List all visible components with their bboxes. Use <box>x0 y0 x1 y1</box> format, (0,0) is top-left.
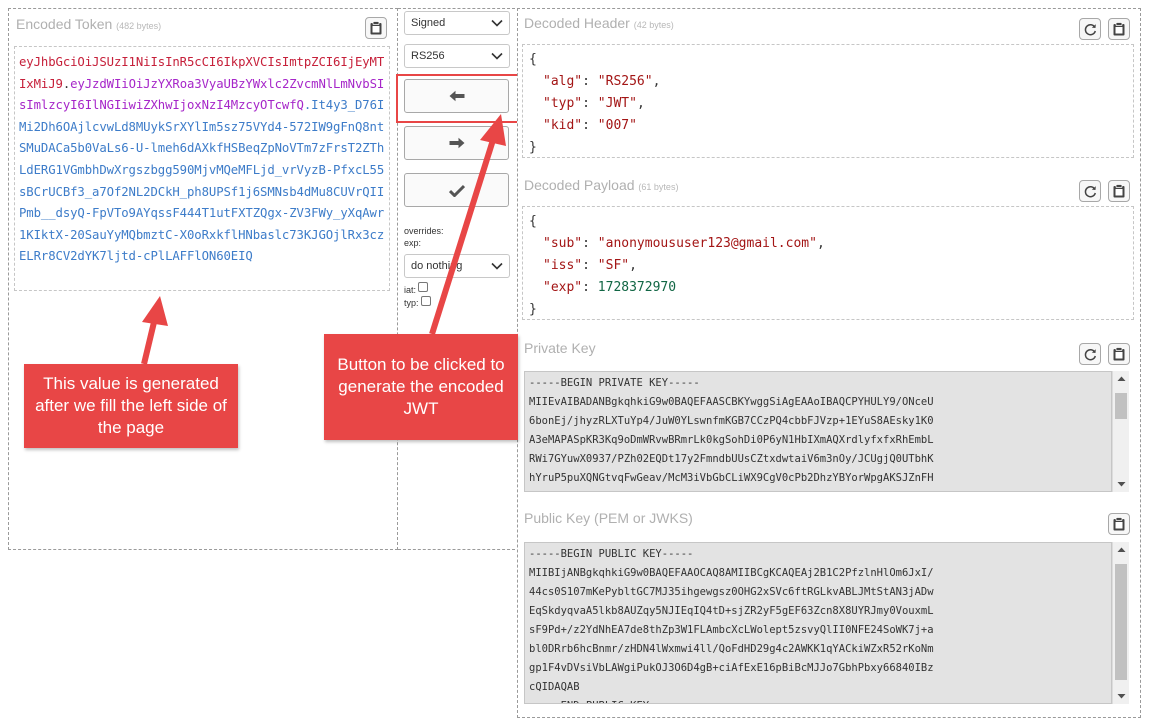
token-signature-part: It4y3_D76IMi2Dh6OAjlcvwLd8MUykSrXYlIm5sz… <box>19 98 385 264</box>
copy-encoded-button[interactable] <box>365 17 387 39</box>
encode-button-highlight <box>396 74 520 123</box>
refresh-icon <box>1084 185 1096 197</box>
scroll-up-icon <box>1117 376 1126 381</box>
copy-header-button[interactable] <box>1108 18 1130 40</box>
iat-override-label: iat: <box>404 285 417 295</box>
algorithm-select[interactable]: RS256 <box>404 44 510 68</box>
json-close-brace: } <box>529 140 537 155</box>
copy-private-key-button[interactable] <box>1108 343 1130 365</box>
clipboard-icon <box>1113 22 1125 36</box>
json-open-brace: { <box>529 52 537 67</box>
public-key-scrollbar[interactable] <box>1112 542 1129 704</box>
json-close-brace: } <box>529 302 537 317</box>
copy-payload-button[interactable] <box>1108 180 1130 202</box>
encoded-token-title: Encoded Token (482 bytes) <box>16 16 161 32</box>
private-key-scroll-thumb[interactable] <box>1115 393 1127 419</box>
copy-public-key-button[interactable] <box>1108 513 1130 535</box>
json-line: "sub": "anonymoususer123@gmail.com", <box>543 236 825 251</box>
chevron-down-icon <box>491 262 503 270</box>
clipboard-icon <box>1113 184 1125 198</box>
public-key-title: Public Key (PEM or JWKS) <box>524 510 693 526</box>
encoded-token-size: (482 bytes) <box>116 21 162 31</box>
public-key-textarea[interactable]: -----BEGIN PUBLIC KEY----- MIIBIjANBgkqh… <box>524 542 1112 704</box>
clipboard-icon <box>370 21 382 35</box>
decoded-header-title-text: Decoded Header <box>524 15 630 31</box>
decoded-payload-title-text: Decoded Payload <box>524 177 635 193</box>
exp-override-select[interactable]: do nothing <box>404 254 510 278</box>
clipboard-icon <box>1113 517 1125 531</box>
private-key-textarea[interactable]: -----BEGIN PRIVATE KEY----- MIIEvAIBADAN… <box>524 371 1112 492</box>
scroll-up-icon <box>1117 547 1126 552</box>
json-line: "exp": 1728372970 <box>543 280 677 295</box>
center-annotation-callout: Button to be clicked to generate the enc… <box>324 334 518 440</box>
exp-override-value: do nothing <box>411 260 463 272</box>
decoded-header-title: Decoded Header (42 bytes) <box>524 15 674 31</box>
decoded-payload-size: (61 bytes) <box>638 182 679 192</box>
chevron-down-icon <box>491 52 503 60</box>
scroll-down-icon <box>1117 694 1126 699</box>
chevron-down-icon <box>491 19 503 27</box>
left-annotation-callout: This value is generated after we fill th… <box>24 364 238 448</box>
mode-select-value: Signed <box>411 17 446 29</box>
checkmark-icon <box>448 184 465 197</box>
private-key-scrollbar[interactable] <box>1112 371 1129 492</box>
encoded-token-title-text: Encoded Token <box>16 16 113 32</box>
clipboard-icon <box>1113 347 1125 361</box>
scroll-down-icon <box>1117 482 1126 487</box>
decode-button[interactable] <box>404 126 509 160</box>
decoded-payload-editor[interactable]: { "sub": "anonymoususer123@gmail.com", "… <box>522 206 1134 320</box>
json-line: "kid": "007" <box>543 118 637 133</box>
decoded-payload-title: Decoded Payload (61 bytes) <box>524 177 678 193</box>
exp-override-label: exp: <box>404 238 422 248</box>
iat-override-checkbox[interactable] <box>418 282 428 292</box>
refresh-icon <box>1084 348 1096 360</box>
json-open-brace: { <box>529 214 537 229</box>
verify-button[interactable] <box>404 173 509 207</box>
refresh-icon <box>1084 23 1096 35</box>
reset-header-button[interactable] <box>1079 18 1101 40</box>
typ-override-checkbox[interactable] <box>421 296 431 306</box>
encoded-token-textarea[interactable]: eyJhbGciOiJSUzI1NiIsInR5cCI6IkpXVCIsImtp… <box>14 46 390 291</box>
typ-override-label: typ: <box>404 298 419 308</box>
algorithm-select-value: RS256 <box>411 50 445 62</box>
json-line: "typ": "JWT", <box>543 96 645 111</box>
private-key-title: Private Key <box>524 340 596 356</box>
decoded-header-editor[interactable]: { "alg": "RS256", "typ": "JWT", "kid": "… <box>522 44 1134 158</box>
mode-select[interactable]: Signed <box>404 11 510 35</box>
json-line: "alg": "RS256", <box>543 74 661 89</box>
overrides-label: overrides: <box>404 226 444 236</box>
arrow-right-icon <box>449 137 464 149</box>
json-line: "iss": "SF", <box>543 258 637 273</box>
public-key-scroll-thumb[interactable] <box>1115 564 1127 680</box>
reset-payload-button[interactable] <box>1079 180 1101 202</box>
decoded-header-size: (42 bytes) <box>633 20 674 30</box>
reset-private-key-button[interactable] <box>1079 343 1101 365</box>
